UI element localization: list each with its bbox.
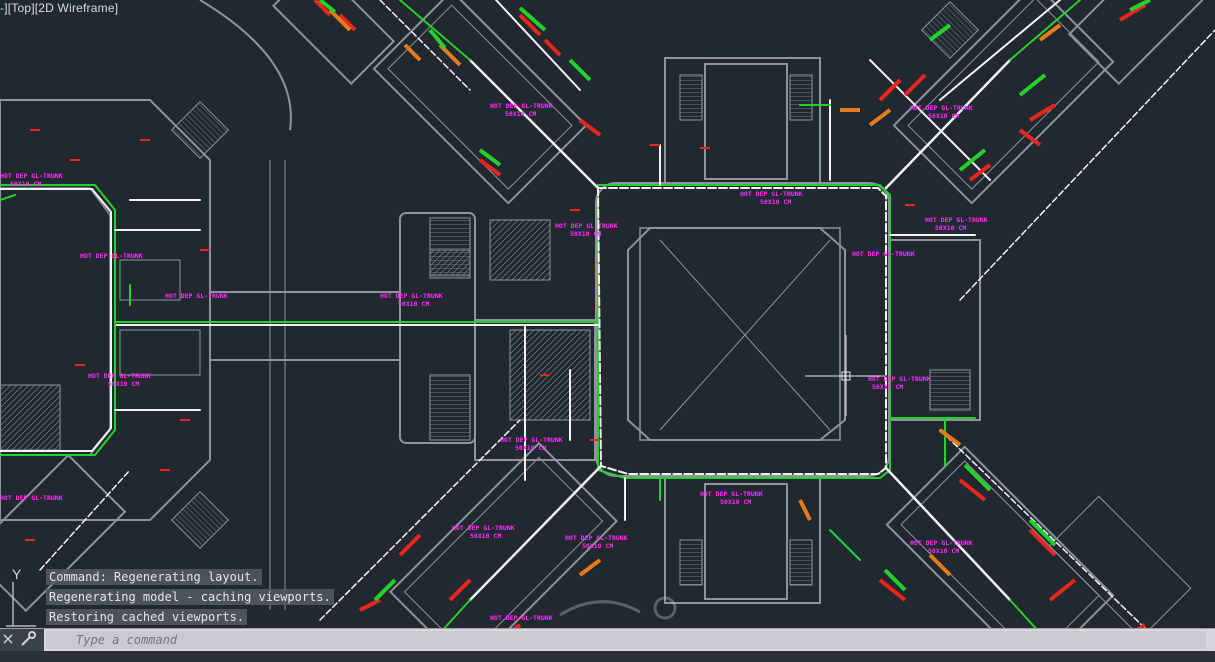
trunk-size-label: 50X10 CM	[928, 112, 959, 120]
watermark-logo	[559, 596, 677, 620]
trunk-label: HOT DEP GL-TRUNK	[565, 534, 628, 542]
trunk-label: HOT DEP GL-TRUNK	[852, 250, 915, 258]
trunk-label: HOT DEP GL-TRUNK	[910, 539, 973, 547]
command-line	[0, 628, 1215, 651]
command-input[interactable]	[46, 631, 1206, 649]
trunk-label: HOT DEP GL-TRUNK	[80, 252, 143, 260]
wrench-icon[interactable]	[21, 631, 36, 646]
trunk-size-label: 50X10 CM	[720, 498, 751, 506]
trunk-label: HOT DEP GL-TRUNK	[555, 222, 618, 230]
command-line-tools	[0, 629, 44, 651]
trunk-label: HOT DEP GL-TRUNK	[700, 490, 763, 498]
trunk-size-label: 50X10 CM	[928, 547, 959, 555]
trunk-label: HOT DEP GL-TRUNK	[380, 292, 443, 300]
trunk-label: HOT DEP GL-TRUNK	[0, 494, 63, 502]
command-history-line: Regenerating model - caching viewports.	[46, 589, 334, 605]
trunk-size-label: 50X10 CM	[108, 380, 139, 388]
trunk-size-label: 50X10 CM	[935, 224, 966, 232]
status-strip	[0, 651, 1215, 662]
ucs-y-label: Y	[12, 566, 22, 582]
trunk-size-label: 50X10 CM	[470, 532, 501, 540]
trunk-size-label: 50X10 CM	[10, 180, 41, 188]
diagonal-wings	[0, 0, 1213, 662]
drawing-canvas[interactable]: HOT DEP GL-TRUNK 50X10 CM HOT DEP GL-TRU…	[0, 0, 1215, 662]
trunk-size-label: 50X10 CM	[505, 110, 536, 118]
trunk-size-label: 50X10 CM	[398, 300, 429, 308]
trunk-label: HOT DEP GL-TRUNK	[740, 190, 803, 198]
command-history-line: Command: Regenerating layout.	[46, 569, 262, 585]
trunk-label: HOT DEP GL-TRUNK	[452, 524, 515, 532]
trunk-label: HOT DEP GL-TRUNK	[925, 216, 988, 224]
trunk-label: HOT DEP GL-TRUNK	[490, 614, 553, 622]
trunk-label: HOT DEP GL-TRUNK	[0, 172, 63, 180]
trunk-label: HOT DEP GL-TRUNK	[490, 102, 553, 110]
trunk-size-label: 50X10 CM	[515, 444, 546, 452]
room-details	[0, 1, 979, 586]
command-history-line: Restoring cached viewports.	[46, 609, 248, 625]
trunk-label: HOT DEP GL-TRUNK	[500, 436, 563, 444]
trunk-label: HOT DEP GL-TRUNK	[88, 372, 151, 380]
trunk-size-label: 50X10 CM	[872, 383, 903, 391]
close-icon[interactable]	[3, 634, 13, 644]
trunk-size-label: 50X10 CM	[760, 198, 791, 206]
trunk-label: HOT DEP GL-TRUNK	[165, 292, 228, 300]
trunk-size-label: 50X10 CM	[570, 230, 601, 238]
trunk-label: HOT DEP GL-TRUNK	[910, 104, 973, 112]
trunk-size-label: 50X10 CM	[582, 542, 613, 550]
duct-network	[0, 0, 1215, 662]
building-walls	[0, 0, 981, 610]
viewport-controls[interactable]: -][Top][2D Wireframe]	[0, 1, 118, 15]
